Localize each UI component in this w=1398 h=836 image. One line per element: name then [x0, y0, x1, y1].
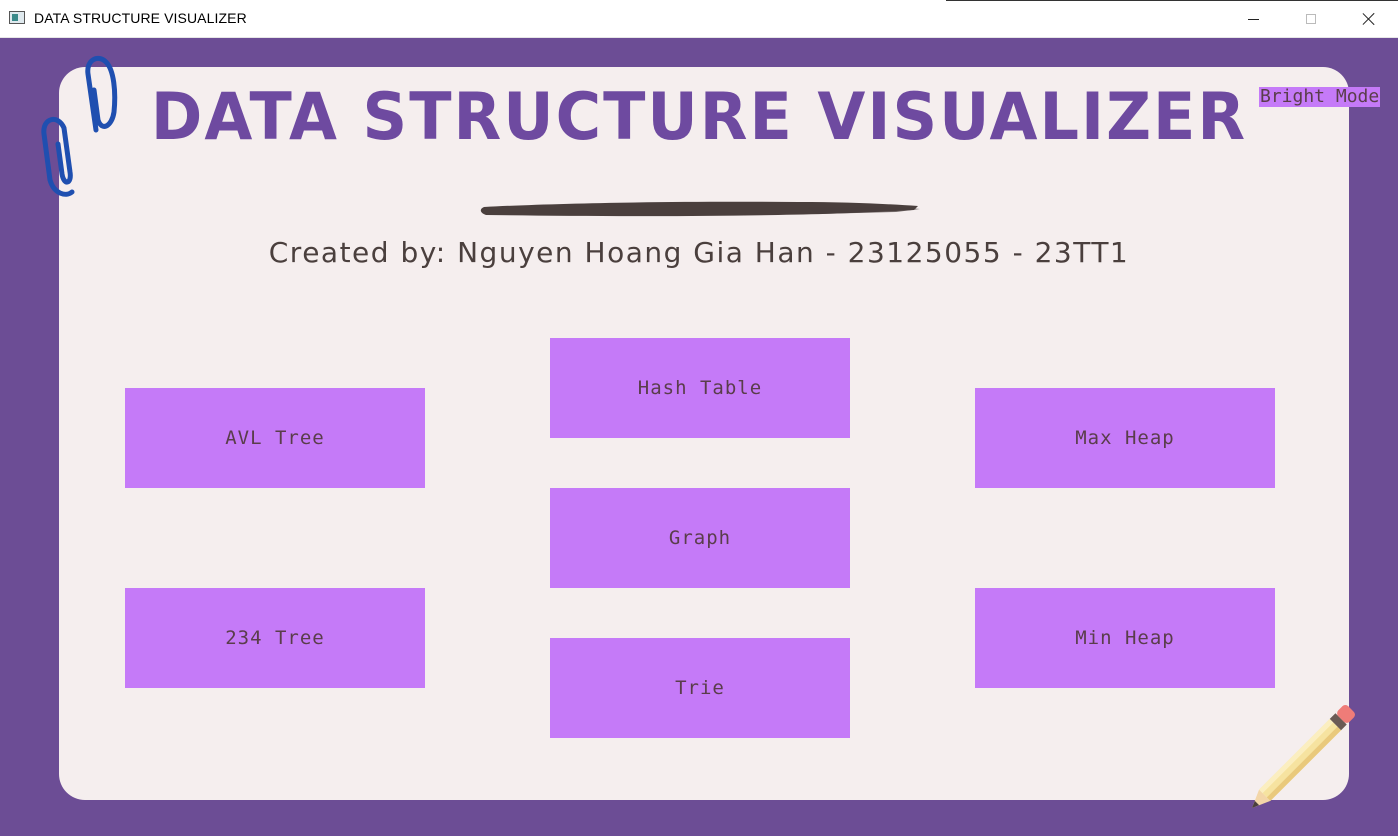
bright-mode-toggle[interactable]: Bright Mode [1259, 87, 1381, 107]
hash-table-button[interactable]: Hash Table [550, 338, 850, 438]
avl-tree-button[interactable]: AVL Tree [125, 388, 425, 488]
pencil-icon [1252, 705, 1355, 808]
maximize-icon [1306, 14, 1316, 24]
maximize-button[interactable] [1282, 0, 1340, 38]
graph-button[interactable]: Graph [550, 488, 850, 588]
paperclip-icon [41, 56, 118, 197]
max-heap-button[interactable]: Max Heap [975, 388, 1275, 488]
minimize-icon [1247, 18, 1259, 20]
brush-underline-icon [480, 201, 920, 217]
window-title: DATA STRUCTURE VISUALIZER [34, 10, 247, 26]
234-tree-button[interactable]: 234 Tree [125, 588, 425, 688]
title-bar[interactable]: DATA STRUCTURE VISUALIZER [0, 0, 1398, 38]
page-title: DATA STRUCTURE VISUALIZER [150, 78, 1248, 155]
min-heap-button[interactable]: Min Heap [975, 588, 1275, 688]
trie-button[interactable]: Trie [550, 638, 850, 738]
app-icon [9, 11, 25, 24]
minimize-button[interactable] [1224, 0, 1282, 38]
close-icon [1362, 12, 1376, 26]
author-subtitle: Created by: Nguyen Hoang Gia Han - 23125… [268, 236, 1130, 269]
app-window: DATA STRUCTURE VISUALIZER DATA STRUCTURE… [0, 0, 1398, 836]
close-button[interactable] [1340, 0, 1398, 38]
